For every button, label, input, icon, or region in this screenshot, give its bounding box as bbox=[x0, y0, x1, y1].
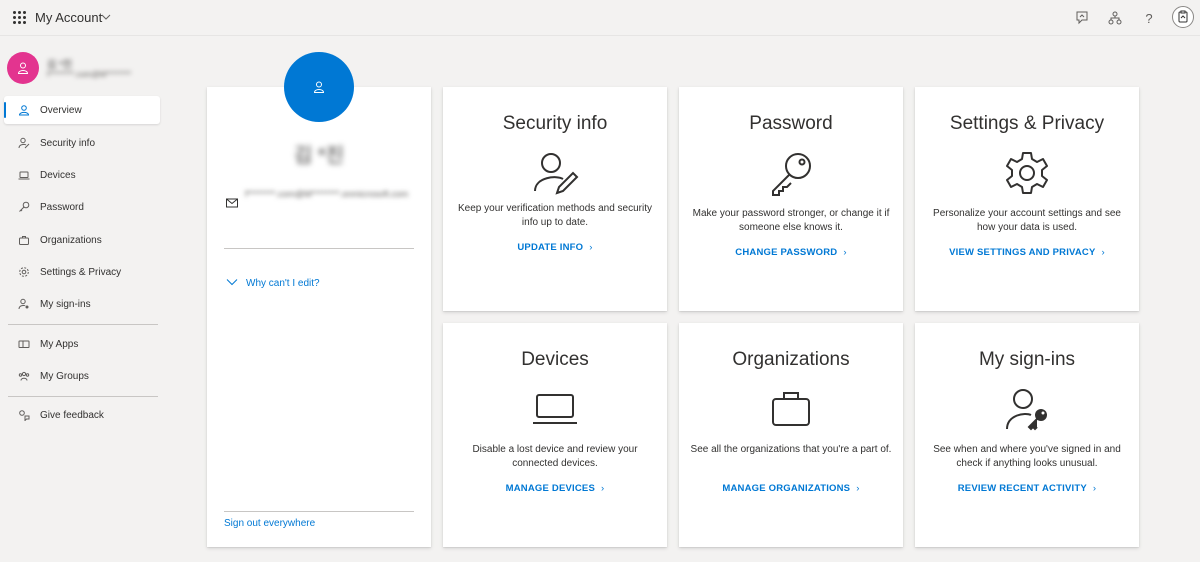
chevron-right-icon: › bbox=[1101, 247, 1105, 258]
sign-ins-icon bbox=[17, 297, 31, 311]
sidebar-item-security-info[interactable]: Security info bbox=[4, 129, 160, 157]
chevron-right-icon: › bbox=[1092, 483, 1097, 494]
profile-card: 김 *진 f********.com@M********.onmicrosoft… bbox=[207, 87, 431, 547]
chevron-down-icon bbox=[226, 278, 238, 289]
groups-icon bbox=[17, 369, 31, 383]
tile-description: Make your password stronger, or change i… bbox=[692, 208, 890, 233]
sidebar-item-label: Settings & Privacy bbox=[40, 266, 122, 278]
sidebar-item-label: Password bbox=[40, 201, 84, 213]
sidebar-item-my-sign-ins[interactable]: My sign-ins bbox=[4, 290, 160, 318]
chevron-right-icon: › bbox=[856, 483, 860, 494]
link-label: MANAGE DEVICES bbox=[505, 483, 595, 494]
chevron-down-icon[interactable] bbox=[101, 12, 111, 25]
tile-title: Security info bbox=[502, 113, 608, 134]
link-label: UPDATE INFO bbox=[517, 242, 584, 253]
gear-icon bbox=[17, 265, 31, 279]
security-info-icon bbox=[17, 136, 31, 150]
tile-description: See when and where you've signed in and … bbox=[933, 444, 1121, 469]
change-password-link[interactable]: CHANGE PASSWORD › bbox=[679, 247, 903, 258]
sidebar-item-devices[interactable]: Devices bbox=[4, 161, 160, 189]
tile-description: Keep your verification methods and secur… bbox=[458, 203, 652, 228]
sidebar-item-my-apps[interactable]: My Apps bbox=[4, 330, 160, 358]
tile-title: Password bbox=[749, 113, 833, 134]
manage-devices-link[interactable]: MANAGE DEVICES › bbox=[443, 483, 667, 494]
security-info-tile: Security info Keep your verification met… bbox=[443, 87, 667, 311]
user-name: 김 *진 bbox=[47, 60, 73, 71]
person-icon bbox=[17, 103, 31, 117]
organizations-tile: Organizations See all the organizations … bbox=[679, 323, 903, 547]
help-icon[interactable]: ? bbox=[1139, 8, 1159, 28]
feedback-icon bbox=[17, 408, 31, 422]
tile-description: See all the organizations that you're a … bbox=[690, 444, 892, 455]
key-icon bbox=[17, 200, 31, 214]
sidebar-item-label: My Groups bbox=[40, 370, 89, 382]
security-info-icon bbox=[531, 149, 579, 197]
chevron-right-icon: › bbox=[843, 247, 847, 258]
profile-divider bbox=[224, 511, 414, 512]
top-bar: My Account ? bbox=[0, 0, 1200, 36]
briefcase-icon bbox=[767, 385, 815, 433]
profile-divider bbox=[224, 248, 414, 249]
sidebar-item-organizations[interactable]: Organizations bbox=[4, 226, 160, 254]
app-title[interactable]: My Account bbox=[35, 10, 102, 25]
why-cant-i-edit-link[interactable]: Why can't I edit? bbox=[226, 278, 320, 289]
sidebar-item-overview[interactable]: Overview bbox=[4, 96, 160, 124]
view-settings-privacy-link[interactable]: VIEW SETTINGS AND PRIVACY › bbox=[915, 247, 1139, 258]
sidebar-user: 김 *진 f********.com@M******** bbox=[7, 52, 157, 84]
profile-email: f********.com@M********.onmicrosoft.com bbox=[245, 189, 409, 199]
sidebar-item-label: Overview bbox=[40, 104, 82, 116]
sidebar-item-label: Devices bbox=[40, 169, 76, 181]
link-label: CHANGE PASSWORD bbox=[735, 247, 838, 258]
tile-title: Settings & Privacy bbox=[949, 113, 1105, 134]
profile-avatar[interactable] bbox=[284, 52, 354, 122]
briefcase-icon bbox=[17, 233, 31, 247]
devices-tile: Devices Disable a lost device and review… bbox=[443, 323, 667, 547]
my-sign-ins-tile: My sign-ins See when and where you've si… bbox=[915, 323, 1139, 547]
chevron-right-icon: › bbox=[589, 242, 593, 253]
tile-title: Organizations bbox=[732, 349, 850, 370]
laptop-icon bbox=[531, 385, 579, 433]
update-info-link[interactable]: UPDATE INFO › bbox=[443, 242, 667, 253]
sign-out-everywhere-link[interactable]: Sign out everywhere bbox=[224, 518, 315, 529]
sidebar-item-password[interactable]: Password bbox=[4, 193, 160, 221]
mail-icon bbox=[226, 195, 238, 213]
tile-description: Personalize your account settings and se… bbox=[933, 208, 1121, 233]
user-account-icon[interactable] bbox=[1172, 6, 1194, 28]
sidebar-divider bbox=[8, 396, 158, 397]
link-label: VIEW SETTINGS AND PRIVACY bbox=[949, 247, 1096, 258]
sidebar-item-label: My Apps bbox=[40, 338, 79, 350]
sign-ins-icon bbox=[1003, 385, 1051, 433]
profile-name: 김 *진 bbox=[293, 145, 345, 167]
link-label: MANAGE ORGANIZATIONS bbox=[722, 483, 851, 494]
avatar[interactable] bbox=[7, 52, 39, 84]
feedback-icon[interactable] bbox=[1072, 8, 1092, 28]
organization-icon[interactable] bbox=[1105, 8, 1125, 28]
why-edit-label: Why can't I edit? bbox=[246, 278, 320, 289]
help-glyph: ? bbox=[1145, 10, 1153, 26]
manage-organizations-link[interactable]: MANAGE ORGANIZATIONS › bbox=[679, 483, 903, 494]
settings-privacy-tile: Settings & Privacy Personalize your acco… bbox=[915, 87, 1139, 311]
tile-description: Disable a lost device and review your co… bbox=[472, 444, 638, 469]
link-label: REVIEW RECENT ACTIVITY bbox=[957, 483, 1087, 494]
apps-icon bbox=[17, 337, 31, 351]
app-launcher-icon[interactable] bbox=[13, 11, 26, 24]
sidebar-item-my-groups[interactable]: My Groups bbox=[4, 362, 160, 390]
tile-title: My sign-ins bbox=[978, 349, 1076, 370]
gear-icon bbox=[1003, 149, 1051, 197]
sidebar-item-label: My sign-ins bbox=[40, 298, 91, 310]
sidebar-item-label: Organizations bbox=[40, 234, 102, 246]
user-email: f********.com@M******** bbox=[47, 70, 132, 79]
sidebar-divider bbox=[8, 324, 158, 325]
tile-title: Devices bbox=[521, 349, 589, 370]
sidebar-item-label: Give feedback bbox=[40, 409, 104, 421]
sidebar-item-give-feedback[interactable]: Give feedback bbox=[4, 401, 160, 429]
sidebar-item-settings-privacy[interactable]: Settings & Privacy bbox=[4, 258, 160, 286]
sidebar-item-label: Security info bbox=[40, 137, 96, 149]
chevron-right-icon: › bbox=[601, 483, 605, 494]
key-icon bbox=[767, 149, 815, 197]
password-tile: Password Make your password stronger, or… bbox=[679, 87, 903, 311]
review-recent-activity-link[interactable]: REVIEW RECENT ACTIVITY › bbox=[915, 483, 1139, 494]
laptop-icon bbox=[17, 168, 31, 182]
